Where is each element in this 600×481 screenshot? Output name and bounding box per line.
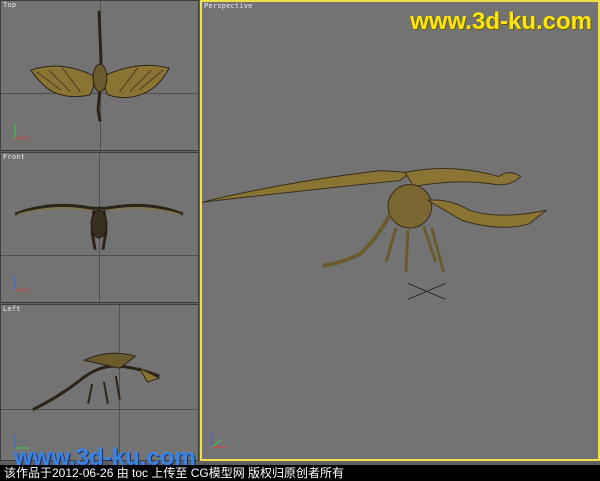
viewport-front[interactable]: Front (0, 152, 199, 303)
axis-tripod-icon (14, 276, 29, 291)
dragon-model-perspective-view[interactable] (202, 2, 598, 459)
axis-tripod-icon (14, 124, 29, 139)
viewport-perspective[interactable]: Perspective (200, 0, 600, 461)
upload-caption-bar: 该作品于2012-06-26 由 toc 上传至 CG模型网 版权归原创者所有 (0, 465, 600, 481)
viewport-left[interactable]: Left (0, 304, 199, 461)
viewport-top[interactable]: Top (0, 0, 199, 151)
3ds-max-viewport-layout: Top Front Left Perspective www.3d-ku.com… (0, 0, 600, 481)
site-watermark-top: www.3d-ku.com (410, 8, 592, 35)
axis-tripod-icon (211, 433, 226, 448)
